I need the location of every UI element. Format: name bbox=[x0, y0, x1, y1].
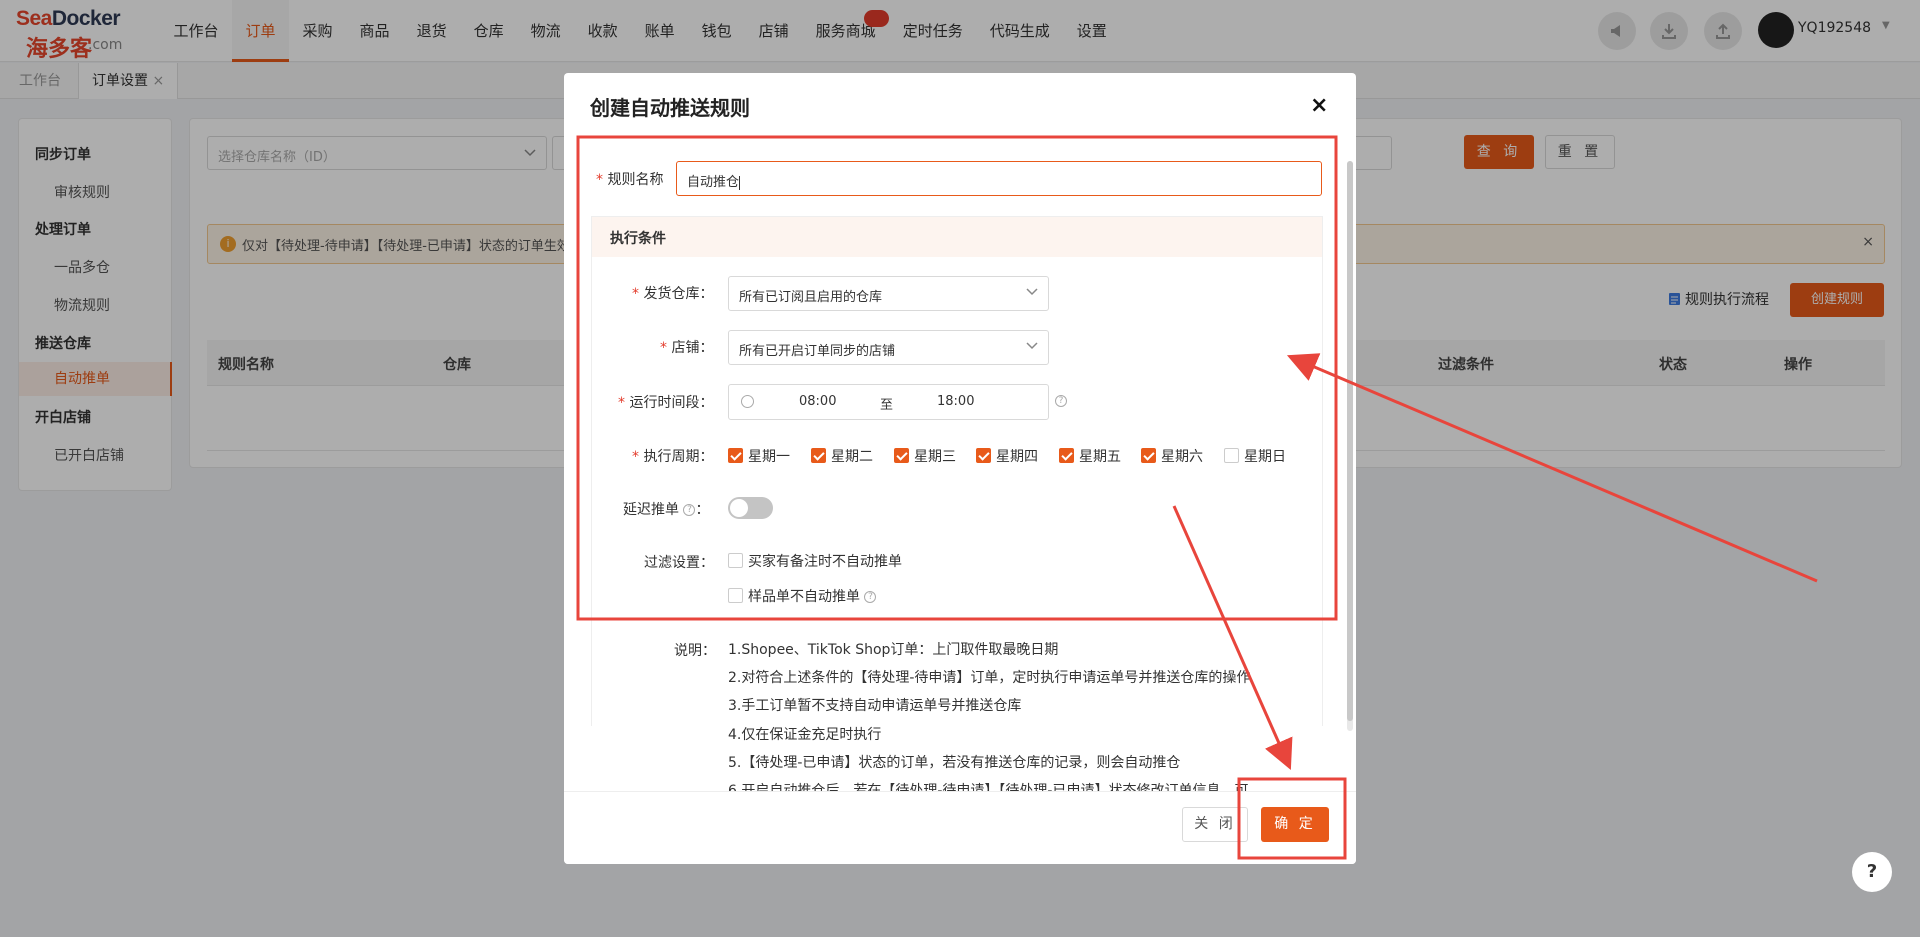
checkbox-checked-icon bbox=[811, 448, 826, 463]
day-label: 星期四 bbox=[996, 449, 1038, 465]
delay-help-icon[interactable]: ? bbox=[683, 504, 696, 516]
rule-name-input[interactable]: 自动推仓 bbox=[676, 161, 1322, 196]
shop-label: * 店铺： bbox=[660, 340, 714, 356]
toggle-knob bbox=[730, 499, 748, 517]
help-button[interactable]: ? bbox=[1852, 852, 1892, 892]
create-rule-dialog: 创建自动推送规则 × * 规则名称 自动推仓 执行条件 * 发货仓库： 所有已订… bbox=[564, 73, 1356, 864]
delay-toggle[interactable] bbox=[728, 497, 773, 519]
checkbox-checked-icon bbox=[1141, 448, 1156, 463]
sample-help-icon[interactable]: ? bbox=[864, 591, 877, 603]
shop-select-value: 所有已开启订单同步的店铺 bbox=[739, 344, 896, 359]
day-checkbox-sat[interactable]: 星期六 bbox=[1141, 446, 1203, 466]
warehouse-select-value: 所有已订阅且启用的仓库 bbox=[739, 290, 883, 305]
day-checkbox-thu[interactable]: 星期四 bbox=[976, 446, 1038, 466]
day-label: 星期六 bbox=[1161, 449, 1203, 465]
checkbox-checked-icon bbox=[976, 448, 991, 463]
note-line: 2.对符合上述条件的【待处理-待申请】订单，定时执行申请运单号并推送仓库的操作 bbox=[728, 670, 1251, 686]
dialog-title: 创建自动推送规则 bbox=[590, 96, 750, 120]
time-range-picker[interactable]: 08:00 至 18:00 bbox=[728, 384, 1049, 420]
checkbox-checked-icon bbox=[894, 448, 909, 463]
note-line: 4.仅在保证金充足时执行 bbox=[728, 727, 882, 743]
checkbox-unchecked-icon bbox=[728, 588, 743, 603]
filter-opt2-label: 样品单不自动推单 bbox=[748, 589, 860, 605]
confirm-button[interactable]: 确 定 bbox=[1261, 807, 1329, 842]
checkbox-checked-icon bbox=[728, 448, 743, 463]
filter-buyer-note-checkbox[interactable]: 买家有备注时不自动推单 bbox=[728, 551, 902, 571]
checkbox-unchecked-icon bbox=[728, 553, 743, 568]
day-label: 星期五 bbox=[1079, 449, 1121, 465]
day-checkbox-fri[interactable]: 星期五 bbox=[1059, 446, 1121, 466]
time-range-label-text: 运行时间段： bbox=[629, 395, 714, 411]
checkbox-checked-icon bbox=[1059, 448, 1074, 463]
delay-label-text: 延迟推单 bbox=[623, 502, 679, 518]
checkbox-unchecked-icon bbox=[1224, 448, 1239, 463]
day-label: 星期二 bbox=[831, 449, 873, 465]
clock-icon bbox=[741, 395, 754, 408]
text-cursor bbox=[739, 175, 741, 190]
day-label: 星期三 bbox=[914, 449, 956, 465]
chevron-down-icon bbox=[1026, 288, 1038, 296]
rule-name-value: 自动推仓 bbox=[687, 175, 740, 190]
delay-label: 延迟推单 ?： bbox=[623, 499, 709, 519]
cancel-button[interactable]: 关 闭 bbox=[1182, 807, 1248, 842]
warehouse-label: * 发货仓库： bbox=[632, 286, 714, 302]
delay-colon: ： bbox=[695, 502, 710, 518]
rule-name-label-text: 规则名称 bbox=[607, 172, 664, 188]
chevron-down-icon bbox=[1026, 342, 1038, 350]
day-checkbox-mon[interactable]: 星期一 bbox=[728, 446, 790, 466]
note-line: 6.开启自动推仓后，若在【待处理-待申请】【待处理-已申请】状态修改订单信息，可 bbox=[728, 780, 1248, 791]
note-line: 1.Shopee、TikTok Shop订单：上门取件取最晚日期 bbox=[728, 642, 1059, 658]
filter-opt1-label: 买家有备注时不自动推单 bbox=[748, 554, 902, 570]
rule-name-label: * 规则名称 bbox=[596, 172, 664, 188]
time-help-icon[interactable]: ? bbox=[1055, 395, 1067, 407]
note-label: 说明： bbox=[674, 643, 716, 659]
time-start[interactable]: 08:00 bbox=[799, 394, 836, 409]
warehouse-select[interactable]: 所有已订阅且启用的仓库 bbox=[728, 276, 1049, 311]
filter-label: 过滤设置： bbox=[644, 555, 714, 571]
time-end[interactable]: 18:00 bbox=[937, 394, 974, 409]
dialog-scrollbar[interactable] bbox=[1347, 161, 1353, 731]
day-label: 星期日 bbox=[1244, 449, 1286, 465]
scrollbar-thumb[interactable] bbox=[1347, 161, 1353, 721]
day-checkbox-wed[interactable]: 星期三 bbox=[894, 446, 956, 466]
warehouse-label-text: 发货仓库： bbox=[643, 286, 714, 302]
dialog-footer: 关 闭 确 定 bbox=[564, 791, 1356, 864]
day-label: 星期一 bbox=[748, 449, 790, 465]
day-checkbox-tue[interactable]: 星期二 bbox=[811, 446, 873, 466]
period-label-text: 执行周期： bbox=[643, 449, 714, 465]
note-line-text: 6.开启自动推仓后，若在【待处理-待申请】【待处理-已申请】状态修改订单信息，可 bbox=[728, 783, 1249, 791]
day-checkbox-sun[interactable]: 星期日 bbox=[1224, 446, 1286, 466]
note-line: 3.手工订单暂不支持自动申请运单号并推送仓库 bbox=[728, 698, 1022, 714]
conditions-header: 执行条件 bbox=[592, 217, 1322, 257]
time-separator: 至 bbox=[880, 398, 894, 413]
time-range-label: * 运行时间段： bbox=[618, 395, 714, 411]
shop-select[interactable]: 所有已开启订单同步的店铺 bbox=[728, 330, 1049, 365]
shop-label-text: 店铺： bbox=[671, 340, 714, 356]
note-line: 5.【待处理-已申请】状态的订单，若没有推送仓库的记录，则会自动推仓 bbox=[728, 755, 1181, 771]
close-icon[interactable]: × bbox=[1310, 93, 1328, 118]
period-label: * 执行周期： bbox=[632, 449, 714, 465]
filter-sample-checkbox[interactable]: 样品单不自动推单 ? bbox=[728, 586, 877, 606]
